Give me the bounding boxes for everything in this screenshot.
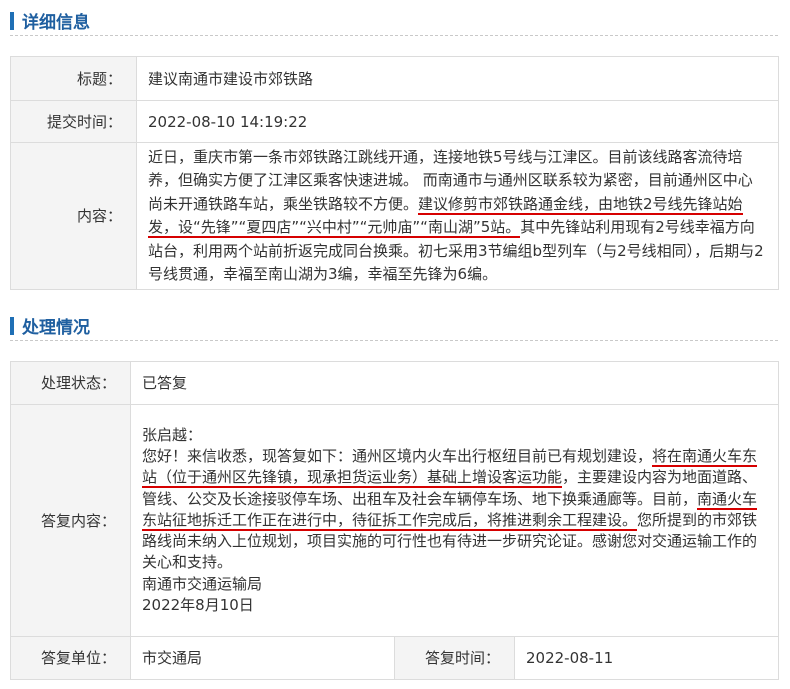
submit-time-value: 2022-08-10 14:19:22 bbox=[136, 100, 779, 143]
content-label: 内容： bbox=[10, 142, 137, 290]
process-section-title: 处理情况 bbox=[22, 318, 90, 338]
title-row: 标题： 建议南通市建设市郊铁路 bbox=[10, 56, 779, 101]
section-divider bbox=[10, 35, 778, 36]
process-section-header: 处理情况 bbox=[10, 307, 778, 341]
section-marker bbox=[10, 12, 14, 30]
title-label: 标题： bbox=[10, 56, 137, 101]
status-row: 处理状态： 已答复 bbox=[10, 361, 779, 405]
reply-time-value: 2022-08-11 bbox=[514, 636, 779, 680]
unit-row: 答复单位： 市交通局 答复时间： 2022-08-11 bbox=[10, 636, 779, 680]
reply-row: 答复内容： 张启越： 您好！来信收悉，现答复如下：通州区境内火车出行枢纽目前已有规… bbox=[10, 404, 779, 637]
detail-section-title: 详细信息 bbox=[22, 13, 90, 33]
detail-section-header: 详细信息 bbox=[10, 2, 778, 36]
title-value: 建议南通市建设市郊铁路 bbox=[136, 56, 779, 101]
detail-table: 标题： 建议南通市建设市郊铁路 提交时间： 2022-08-10 14:19:2… bbox=[10, 56, 779, 290]
section-marker bbox=[10, 317, 14, 335]
submit-time-row: 提交时间： 2022-08-10 14:19:22 bbox=[10, 100, 779, 143]
unit-label: 答复单位： bbox=[10, 636, 131, 680]
submit-time-label: 提交时间： bbox=[10, 100, 137, 143]
content-row: 内容： 近日，重庆市第一条市郊铁路江跳线开通，连接地铁5号线与江津区。目前该线路… bbox=[10, 142, 779, 290]
status-value: 已答复 bbox=[130, 361, 779, 405]
process-table: 处理状态： 已答复 答复内容： 张启越： 您好！来信收悉，现答复如下：通州区境内火… bbox=[10, 361, 779, 680]
status-label: 处理状态： bbox=[10, 361, 131, 405]
reply-greeting: 张启越： bbox=[142, 426, 203, 445]
unit-value: 市交通局 bbox=[130, 636, 395, 680]
section-divider bbox=[10, 340, 778, 341]
content-value: 近日，重庆市第一条市郊铁路江跳线开通，连接地铁5号线与江津区。目前该线路客流待培… bbox=[136, 142, 779, 290]
reply-label: 答复内容： bbox=[10, 404, 131, 637]
reply-date: 2022年8月10日 bbox=[142, 595, 254, 614]
reply-text-1: 您好！来信收悉，现答复如下：通州区境内火车出行枢纽目前已有规划建设， bbox=[142, 447, 653, 466]
reply-time-label: 答复时间： bbox=[394, 636, 515, 680]
reply-content: 张启越： 您好！来信收悉，现答复如下：通州区境内火车出行枢纽目前已有规划建设，将在… bbox=[130, 404, 779, 637]
reply-signoff: 南通市交通运输局 bbox=[142, 574, 263, 593]
